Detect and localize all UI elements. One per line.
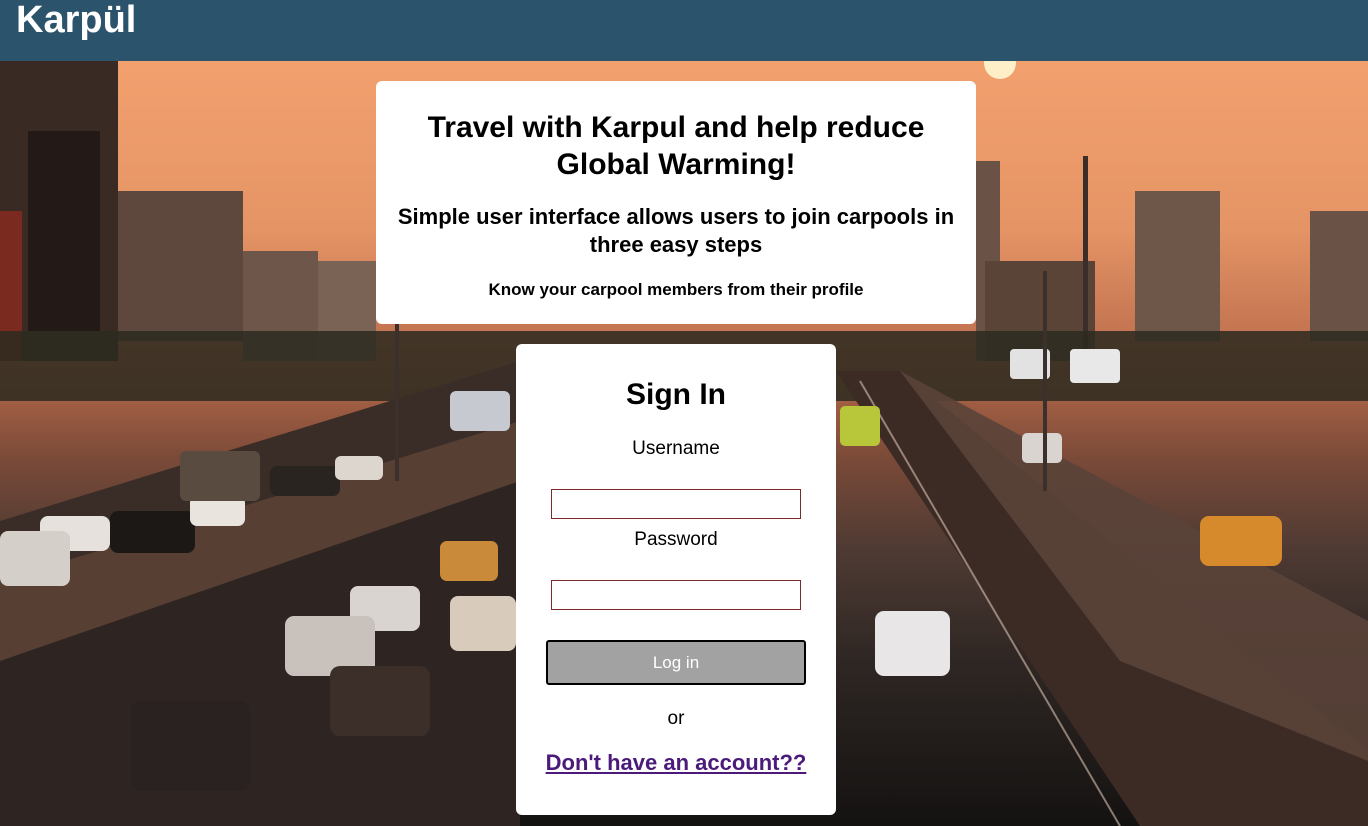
signin-title: Sign In	[626, 378, 726, 411]
top-nav-bar: Karpül	[0, 0, 1368, 61]
login-button[interactable]: Log in	[546, 640, 806, 685]
info-card: Travel with Karpul and help reduce Globa…	[376, 81, 976, 324]
brand-logo[interactable]: Karpül	[16, 0, 136, 40]
username-input[interactable]	[551, 489, 801, 519]
info-subtitle: Simple user interface allows users to jo…	[397, 204, 955, 257]
username-label: Username	[632, 438, 720, 459]
password-input[interactable]	[551, 580, 801, 610]
or-divider-text: or	[667, 708, 685, 729]
info-note: Know your carpool members from their pro…	[488, 280, 864, 299]
signup-link[interactable]: Don't have an account??	[516, 750, 836, 776]
password-label: Password	[634, 529, 718, 550]
info-title: Travel with Karpul and help reduce Globa…	[427, 111, 925, 181]
signin-card: Sign In Username Password Log in or Don'…	[516, 344, 836, 815]
